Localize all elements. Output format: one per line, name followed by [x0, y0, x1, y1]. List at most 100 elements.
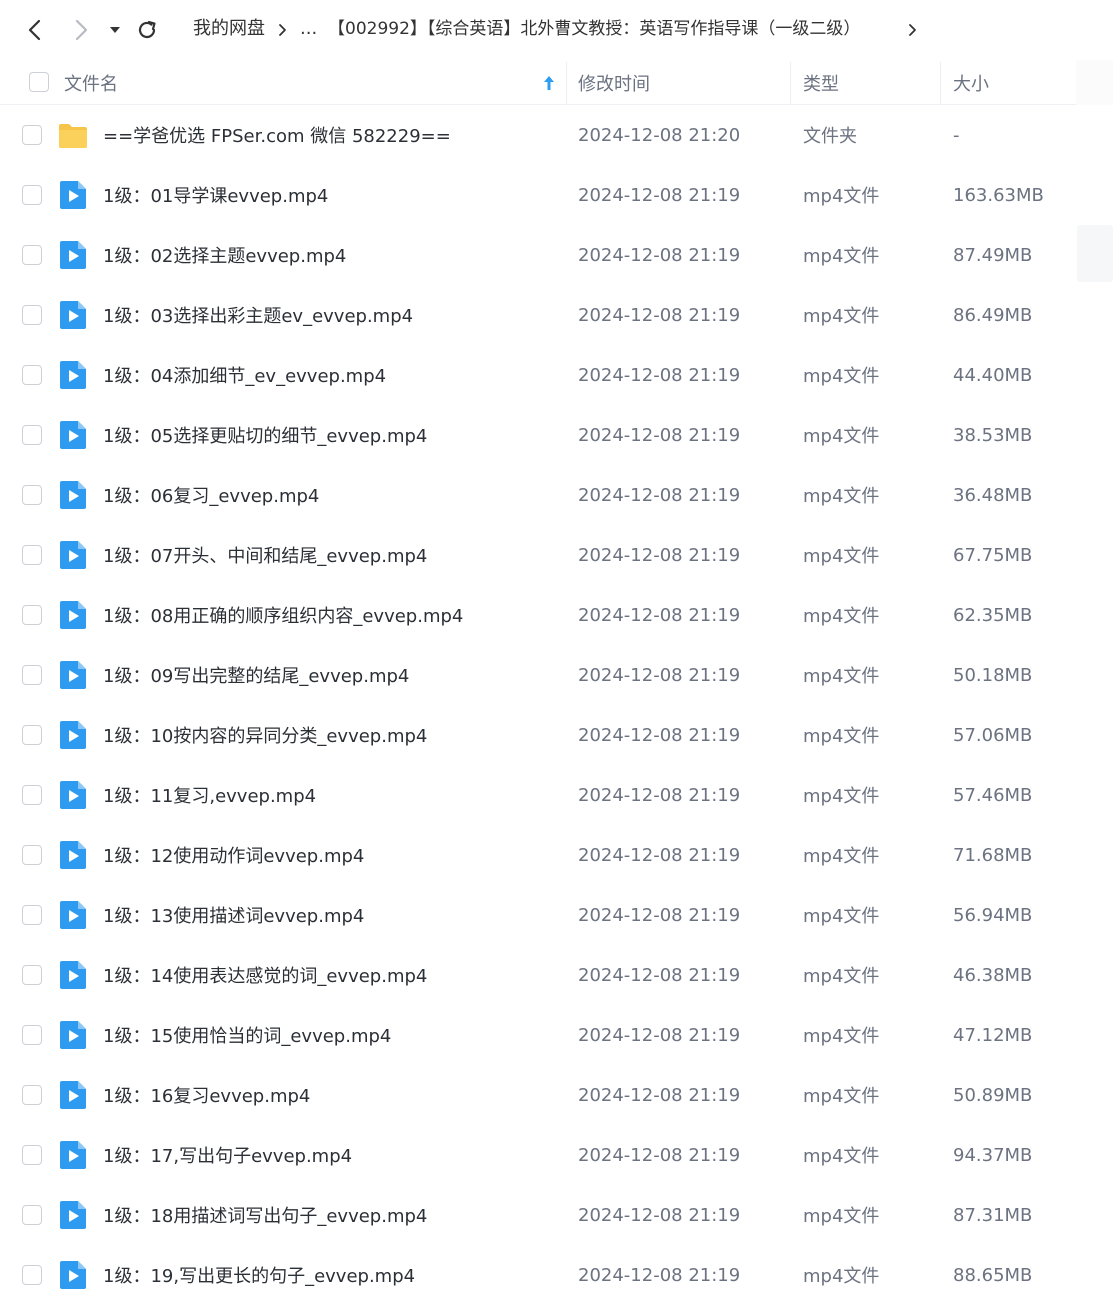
row-checkbox[interactable] — [22, 125, 42, 145]
breadcrumb-root[interactable]: 我的网盘 — [193, 17, 265, 41]
file-type: mp4文件 — [803, 666, 880, 687]
file-row[interactable]: 1级：09写出完整的结尾_evvep.mp4 2024-12-08 21:19 mp… — [0, 645, 1113, 705]
file-size: 71.68MB — [953, 844, 1033, 866]
breadcrumb-ellipsis[interactable]: ... — [300, 17, 317, 41]
file-name[interactable]: 1级：05选择更贴切的细节_evvep.mp4 — [103, 405, 427, 465]
file-row[interactable]: 1级：13使用描述词evvep.mp4 2024-12-08 21:19 mp4文件… — [0, 885, 1113, 945]
file-row[interactable]: 1级：15使用恰当的词_evvep.mp4 2024-12-08 21:19 mp4… — [0, 1005, 1113, 1065]
forward-button[interactable] — [66, 14, 96, 46]
row-checkbox[interactable] — [22, 425, 42, 445]
file-row[interactable]: 1级：06复习_evvep.mp4 2024-12-08 21:19 mp4文件 36… — [0, 465, 1113, 525]
history-dropdown-button[interactable] — [103, 14, 127, 46]
video-file-icon — [58, 959, 88, 991]
file-name[interactable]: 1级：13使用描述词evvep.mp4 — [103, 885, 364, 945]
refresh-icon — [138, 20, 156, 39]
file-size: 86.49MB — [953, 304, 1033, 326]
column-divider[interactable] — [940, 62, 941, 104]
file-row[interactable]: 1级：03选择出彩主题ev_evvep.mp4 2024-12-08 21:19 m… — [0, 285, 1113, 345]
row-checkbox[interactable] — [22, 845, 42, 865]
file-name[interactable]: 1级：14使用表达感觉的词_evvep.mp4 — [103, 945, 427, 1005]
file-row[interactable]: 1级：18用描述词写出句子_evvep.mp4 2024-12-08 21:19 m… — [0, 1185, 1113, 1245]
file-row[interactable]: 1级：11复习,evvep.mp4 2024-12-08 21:19 mp4文件 57… — [0, 765, 1113, 825]
column-header-type[interactable]: 类型 — [803, 60, 839, 105]
file-row[interactable]: 1级：14使用表达感觉的词_evvep.mp4 2024-12-08 21:19 m… — [0, 945, 1113, 1005]
file-type: mp4文件 — [803, 606, 880, 627]
file-size: - — [953, 124, 960, 146]
file-type: mp4文件 — [803, 366, 880, 387]
file-row[interactable]: 1级：08用正确的顺序组织内容_evvep.mp4 2024-12-08 21:1… — [0, 585, 1113, 645]
row-checkbox[interactable] — [22, 1145, 42, 1165]
file-row[interactable]: ==学爸优选 FPSer.com 微信 582229== 2024-12-08 2… — [0, 105, 1113, 165]
row-checkbox[interactable] — [22, 1025, 42, 1045]
file-row[interactable]: 1级：19,写出更长的句子_evvep.mp4 2024-12-08 21:19 m… — [0, 1245, 1113, 1305]
breadcrumb-current[interactable]: 【002992】【综合英语】北外曹文教授：英语写作指导课（一级二级） — [328, 17, 860, 41]
file-row[interactable]: 1级：12使用动作词evvep.mp4 2024-12-08 21:19 mp4文件… — [0, 825, 1113, 885]
file-type: mp4文件 — [803, 1086, 880, 1107]
file-name[interactable]: 1级：18用描述词写出句子_evvep.mp4 — [103, 1185, 427, 1245]
video-file-icon — [58, 779, 88, 811]
arrow-up-icon[interactable] — [543, 60, 555, 105]
file-name[interactable]: 1级：19,写出更长的句子_evvep.mp4 — [103, 1245, 415, 1305]
file-name[interactable]: 1级：16复习evvep.mp4 — [103, 1065, 310, 1125]
back-button[interactable] — [20, 14, 50, 46]
select-all-checkbox[interactable] — [29, 72, 49, 92]
file-name[interactable]: 1级：09写出完整的结尾_evvep.mp4 — [103, 645, 409, 705]
file-type: mp4文件 — [803, 186, 880, 207]
file-name[interactable]: 1级：11复习,evvep.mp4 — [103, 765, 316, 825]
row-checkbox[interactable] — [22, 725, 42, 745]
row-checkbox[interactable] — [22, 905, 42, 925]
file-name[interactable]: 1级：01导学课evvep.mp4 — [103, 165, 328, 225]
file-row[interactable]: 1级：02选择主题evvep.mp4 2024-12-08 21:19 mp4文件 8… — [0, 225, 1113, 285]
row-checkbox[interactable] — [22, 185, 42, 205]
row-checkbox[interactable] — [22, 785, 42, 805]
file-name[interactable]: 1级：15使用恰当的词_evvep.mp4 — [103, 1005, 391, 1065]
row-checkbox[interactable] — [22, 1085, 42, 1105]
file-row[interactable]: 1级：05选择更贴切的细节_evvep.mp4 2024-12-08 21:19 m… — [0, 405, 1113, 465]
file-row[interactable]: 1级：04添加细节_ev_evvep.mp4 2024-12-08 21:19 mp… — [0, 345, 1113, 405]
file-name[interactable]: 1级：08用正确的顺序组织内容_evvep.mp4 — [103, 585, 463, 645]
file-row[interactable]: 1级：01导学课evvep.mp4 2024-12-08 21:19 mp4文件 16… — [0, 165, 1113, 225]
video-file-icon — [58, 359, 88, 391]
file-name[interactable]: 1级：07开头、中间和结尾_evvep.mp4 — [103, 525, 427, 585]
file-name[interactable]: ==学爸优选 FPSer.com 微信 582229== — [103, 105, 451, 165]
scrollbar-thumb[interactable] — [1077, 225, 1113, 282]
file-size: 57.06MB — [953, 724, 1033, 746]
row-checkbox[interactable] — [22, 245, 42, 265]
column-divider[interactable] — [790, 62, 791, 104]
file-modified-time: 2024-12-08 21:19 — [578, 844, 741, 866]
file-type: mp4文件 — [803, 726, 880, 747]
row-checkbox[interactable] — [22, 1265, 42, 1285]
file-name[interactable]: 1级：03选择出彩主题ev_evvep.mp4 — [103, 285, 413, 345]
video-file-icon — [58, 899, 88, 931]
row-checkbox[interactable] — [22, 305, 42, 325]
file-name[interactable]: 1级：02选择主题evvep.mp4 — [103, 225, 346, 285]
row-checkbox[interactable] — [22, 965, 42, 985]
row-checkbox[interactable] — [22, 605, 42, 625]
file-row[interactable]: 1级：07开头、中间和结尾_evvep.mp4 2024-12-08 21:19 m… — [0, 525, 1113, 585]
row-checkbox[interactable] — [22, 1205, 42, 1225]
caret-down-icon — [110, 27, 120, 33]
file-name[interactable]: 1级：06复习_evvep.mp4 — [103, 465, 319, 525]
file-row[interactable]: 1级：17,写出句子evvep.mp4 2024-12-08 21:19 mp4文件… — [0, 1125, 1113, 1185]
row-checkbox[interactable] — [22, 665, 42, 685]
file-type: mp4文件 — [803, 1206, 880, 1227]
file-list-header: 文件名 修改时间 类型 大小 — [0, 60, 1113, 105]
column-header-time[interactable]: 修改时间 — [578, 60, 650, 105]
refresh-button[interactable] — [132, 14, 162, 46]
video-file-icon — [58, 1019, 88, 1051]
file-name[interactable]: 1级：17,写出句子evvep.mp4 — [103, 1125, 352, 1185]
file-type: 文件夹 — [803, 126, 857, 147]
file-row[interactable]: 1级：16复习evvep.mp4 2024-12-08 21:19 mp4文件 50.… — [0, 1065, 1113, 1125]
column-divider[interactable] — [566, 62, 567, 104]
file-row[interactable]: 1级：10按内容的异同分类_evvep.mp4 2024-12-08 21:19 m… — [0, 705, 1113, 765]
file-name[interactable]: 1级：10按内容的异同分类_evvep.mp4 — [103, 705, 427, 765]
row-checkbox[interactable] — [22, 365, 42, 385]
file-name[interactable]: 1级：12使用动作词evvep.mp4 — [103, 825, 364, 885]
row-checkbox[interactable] — [22, 485, 42, 505]
row-checkbox[interactable] — [22, 545, 42, 565]
file-name[interactable]: 1级：04添加细节_ev_evvep.mp4 — [103, 345, 386, 405]
column-header-size[interactable]: 大小 — [953, 60, 989, 105]
column-header-name[interactable]: 文件名 — [64, 60, 118, 105]
breadcrumb-separator-icon — [278, 17, 288, 48]
file-modified-time: 2024-12-08 21:19 — [578, 424, 741, 446]
